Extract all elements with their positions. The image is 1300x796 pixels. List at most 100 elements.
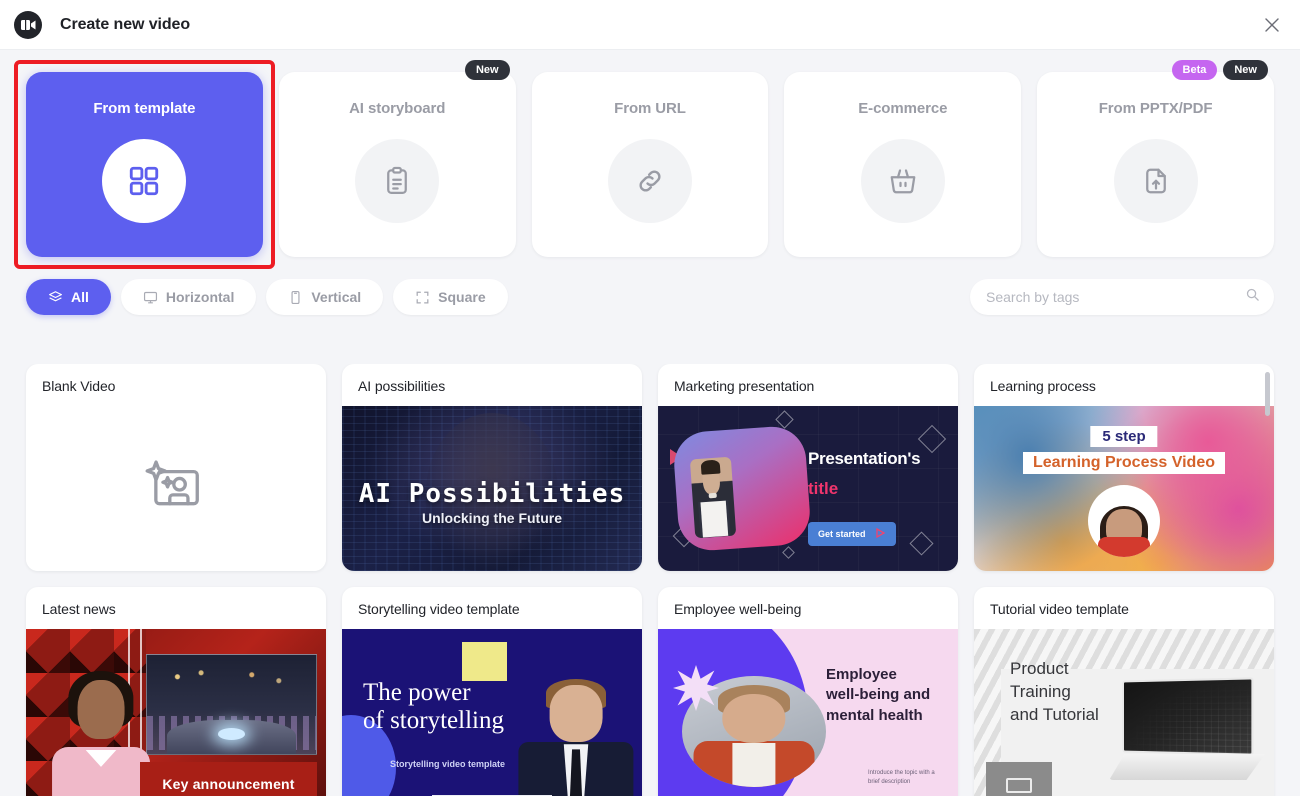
template-thumbnail: The power of storytelling Storytelling v… [342, 629, 642, 796]
template-thumbnail: Key announcement [26, 629, 326, 796]
phone-icon [288, 290, 303, 305]
filter-pill-horizontal[interactable]: Horizontal [120, 279, 257, 315]
template-card-blank-video[interactable]: Blank Video [26, 364, 326, 571]
filter-pill-all[interactable]: All [26, 279, 111, 315]
create-new-video-dialog: Create new video From template New AI st… [0, 0, 1300, 796]
thumbnail-subhead: Storytelling video template [390, 758, 506, 769]
monitor-icon [143, 290, 158, 305]
template-title: Tutorial video template [990, 601, 1129, 617]
template-title: Latest news [42, 601, 116, 617]
template-title: Blank Video [42, 378, 116, 394]
page-title: Create new video [60, 15, 191, 33]
option-card-ecommerce[interactable]: E-commerce [784, 72, 1022, 257]
thumbnail-headline: Product Training and Tutorial [1010, 658, 1099, 727]
thumbnail-headline-accent: title [808, 478, 839, 498]
template-title: Learning process [990, 378, 1096, 394]
thumbnail-headline: Employee well-being and mental health [826, 665, 930, 726]
template-card-employee-wellbeing[interactable]: Employee well-being Employee well-being … [658, 587, 958, 796]
template-thumbnail: Presentation's title Get started [658, 406, 958, 571]
template-thumbnail [26, 406, 326, 571]
clipboard-icon [355, 139, 440, 223]
option-label: From URL [614, 100, 686, 117]
thumbnail-headline-line3: and Tutorial [1010, 704, 1099, 724]
thumbnail-cta-button: Get started [808, 521, 896, 546]
option-label: AI storyboard [349, 100, 446, 117]
template-title: Employee well-being [674, 601, 802, 617]
thumbnail-headline: The power of storytelling [363, 679, 504, 734]
scrollbar-thumb[interactable] [1265, 372, 1270, 416]
status-badge-beta: Beta [1171, 60, 1218, 80]
filter-pill-square[interactable]: Square [393, 279, 508, 315]
option-label: From PPTX/PDF [1098, 100, 1213, 117]
sparkle-burst-icon [673, 665, 719, 711]
thumbnail-headline-line3: mental health [826, 706, 923, 724]
thumbnail-banner: Key announcement [140, 762, 317, 796]
search-icon[interactable] [1245, 287, 1260, 307]
badge-group: New [464, 60, 510, 80]
thumbnail-badge-block [986, 762, 1052, 796]
option-from-template-wrapper: From template [14, 60, 275, 269]
thumbnail-headline-line1: Employee [826, 666, 897, 683]
option-label: E-commerce [858, 100, 948, 117]
filter-label: Square [438, 289, 486, 305]
thumbnail-headline-line2: well-being and [826, 686, 931, 704]
thumbnail-headline-line2: of storytelling [363, 706, 504, 734]
template-thumbnail: AI Possibilities Unlocking the Future [342, 406, 642, 571]
search-input[interactable] [986, 289, 1245, 305]
badge-group: Beta New [1171, 60, 1268, 80]
play-triangle-icon [874, 527, 886, 541]
status-badge-new: New [1223, 60, 1268, 80]
filter-label: Horizontal [165, 289, 235, 305]
crop-frame-icon [415, 290, 430, 305]
grid-squares-icon [102, 139, 187, 223]
option-from-url-wrapper: From URL [531, 72, 769, 257]
close-icon[interactable] [1258, 11, 1286, 39]
template-card-learning-process[interactable]: Learning process 5 step Learning Process… [974, 364, 1274, 571]
link-icon [607, 139, 692, 223]
thumbnail-headline-line1: The power [363, 679, 471, 707]
option-card-from-url[interactable]: From URL [531, 72, 769, 257]
thumbnail-banner-text: Key announcement [162, 775, 295, 792]
thumbnail-headline: AI Possibilities [358, 478, 626, 509]
templates-scrollbar[interactable] [1265, 372, 1270, 588]
template-title: Storytelling video template [358, 601, 520, 617]
thumbnail-headline-line2: Training [1010, 681, 1071, 701]
search-box[interactable] [970, 279, 1274, 315]
template-card-marketing-presentation[interactable]: Marketing presentation Presentation's ti… [658, 364, 958, 571]
thumbnail-subhead: Unlocking the Future [422, 509, 562, 526]
video-camera-icon [14, 10, 42, 39]
template-card-ai-possibilities[interactable]: AI possibilities AI Possibilities Unlock… [342, 364, 642, 571]
thumbnail-headline-line1: Product [1010, 658, 1069, 678]
thumbnail-line-2: Learning Process Video [1023, 452, 1225, 475]
filter-label: Vertical [311, 289, 362, 305]
file-upload-icon [1113, 139, 1198, 223]
status-badge-new: New [464, 60, 510, 80]
option-label: From template [93, 100, 196, 117]
layers-icon [48, 290, 63, 305]
template-thumbnail: Employee well-being and mental health In… [658, 629, 958, 796]
filter-toolbar: All Horizontal Vertical Square Search by… [0, 257, 1300, 315]
template-card-tutorial[interactable]: Tutorial video template Product Training… [974, 587, 1274, 796]
filter-pill-vertical[interactable]: Vertical [266, 279, 384, 315]
template-title: Marketing presentation [674, 378, 815, 394]
option-ecommerce-wrapper: E-commerce [784, 72, 1022, 257]
thumbnail-body-text: Introduce the topic with a brief descrip… [868, 770, 935, 786]
template-card-storytelling[interactable]: Storytelling video template The power of… [342, 587, 642, 796]
ai-image-placeholder-icon [145, 459, 207, 518]
creation-options-row: From template New AI storyboard From URL… [0, 50, 1300, 269]
template-thumbnail: 5 step Learning Process Video [974, 406, 1274, 571]
option-card-from-template[interactable]: From template [26, 72, 263, 257]
thumbnail-avatar [1088, 485, 1160, 558]
dialog-header: Create new video [0, 0, 1300, 50]
thumbnail-line-1: 5 step [1090, 425, 1158, 447]
option-card-ai-storyboard[interactable]: AI storyboard [278, 72, 516, 257]
option-ai-storyboard-wrapper: New AI storyboard [278, 60, 516, 257]
filter-label: All [71, 289, 89, 305]
thumbnail-cta-label: Get started [818, 528, 866, 539]
template-title: AI possibilities [358, 378, 446, 394]
option-from-pptx-pdf-wrapper: Beta New From PPTX/PDF [1037, 60, 1274, 257]
templates-scroll-area[interactable]: Blank Video AI possibilities AI Possibil… [0, 364, 1300, 796]
template-card-latest-news[interactable]: Latest news Key announcement [26, 587, 326, 796]
option-card-from-pptx-pdf[interactable]: From PPTX/PDF [1037, 72, 1274, 257]
templates-grid: Blank Video AI possibilities AI Possibil… [26, 364, 1274, 796]
